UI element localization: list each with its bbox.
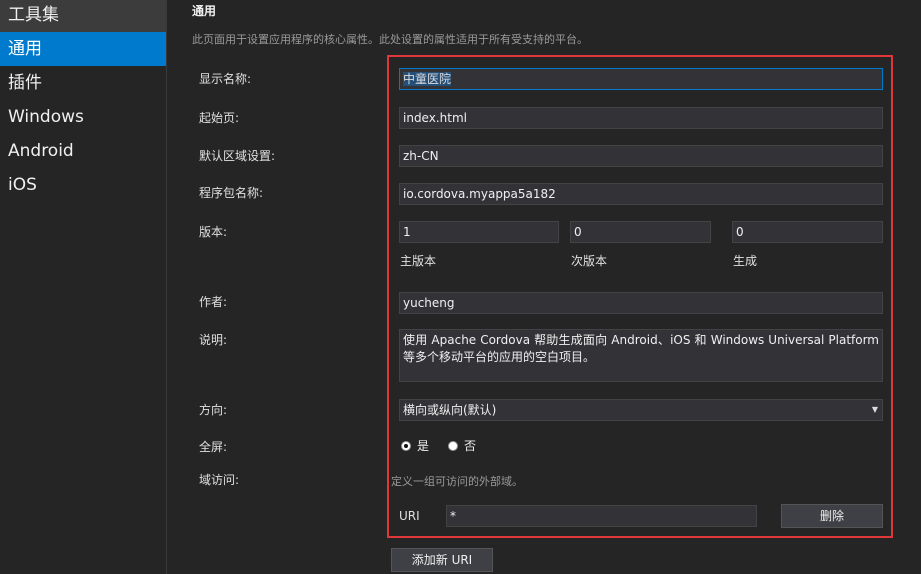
radio-checked-icon	[401, 440, 411, 451]
main-panel: 通用 此页面用于设置应用程序的核心属性。此处设置的属性适用于所有受支持的平台。 …	[167, 0, 921, 574]
display-name-input[interactable]: 中童医院	[399, 68, 883, 90]
locale-input[interactable]: zh-CN	[399, 145, 883, 167]
version-build-caption: 生成	[733, 254, 758, 268]
radio-unchecked-icon	[448, 440, 458, 451]
package-name-input[interactable]: io.cordova.myappa5a182	[399, 183, 883, 205]
orientation-label: 方向:	[199, 403, 228, 417]
fullscreen-yes-label: 是	[417, 439, 430, 453]
orientation-select[interactable]: 横向或纵向(默认) ▼	[399, 399, 883, 421]
author-label: 作者:	[199, 295, 228, 309]
section-description: 此页面用于设置应用程序的核心属性。此处设置的属性适用于所有受支持的平台。	[192, 33, 588, 46]
add-uri-button[interactable]: 添加新 URI	[391, 548, 493, 572]
sidebar-item-ios[interactable]: iOS	[0, 168, 166, 202]
start-page-input[interactable]: index.html	[399, 107, 883, 129]
sidebar-item-windows[interactable]: Windows	[0, 100, 166, 134]
uri-label: URI	[399, 509, 420, 523]
version-minor-caption: 次版本	[571, 254, 608, 268]
fullscreen-yes-radio[interactable]: 是	[401, 437, 429, 454]
section-title: 通用	[192, 4, 217, 18]
version-major-input[interactable]: 1	[399, 221, 559, 243]
delete-uri-button[interactable]: 删除	[781, 504, 883, 528]
sidebar: 工具集 通用 插件 Windows Android iOS	[0, 0, 167, 574]
sidebar-item-plugins[interactable]: 插件	[0, 66, 166, 100]
package-name-label: 程序包名称:	[199, 186, 264, 200]
start-page-label: 起始页:	[199, 111, 240, 125]
description-textarea[interactable]: 使用 Apache Cordova 帮助生成面向 Android、iOS 和 W…	[399, 329, 883, 382]
orientation-selected-value: 横向或纵向(默认)	[403, 403, 497, 417]
version-build-input[interactable]: 0	[732, 221, 883, 243]
description-label: 说明:	[199, 333, 228, 347]
domain-access-hint: 定义一组可访问的外部域。	[391, 475, 523, 488]
fullscreen-no-radio[interactable]: 否	[448, 437, 476, 454]
fullscreen-label: 全屏:	[199, 440, 228, 454]
locale-label: 默认区域设置:	[199, 149, 276, 163]
display-name-label: 显示名称:	[199, 72, 252, 86]
domain-access-label: 域访问:	[199, 473, 240, 487]
sidebar-item-toolset[interactable]: 工具集	[0, 0, 166, 32]
version-label: 版本:	[199, 225, 228, 239]
author-input[interactable]: yucheng	[399, 292, 883, 314]
chevron-down-icon: ▼	[871, 405, 878, 414]
sidebar-item-general[interactable]: 通用	[0, 32, 166, 66]
fullscreen-no-label: 否	[464, 439, 477, 453]
version-major-caption: 主版本	[400, 254, 437, 268]
uri-input[interactable]: *	[446, 505, 757, 527]
version-minor-input[interactable]: 0	[570, 221, 711, 243]
sidebar-item-android[interactable]: Android	[0, 134, 166, 168]
